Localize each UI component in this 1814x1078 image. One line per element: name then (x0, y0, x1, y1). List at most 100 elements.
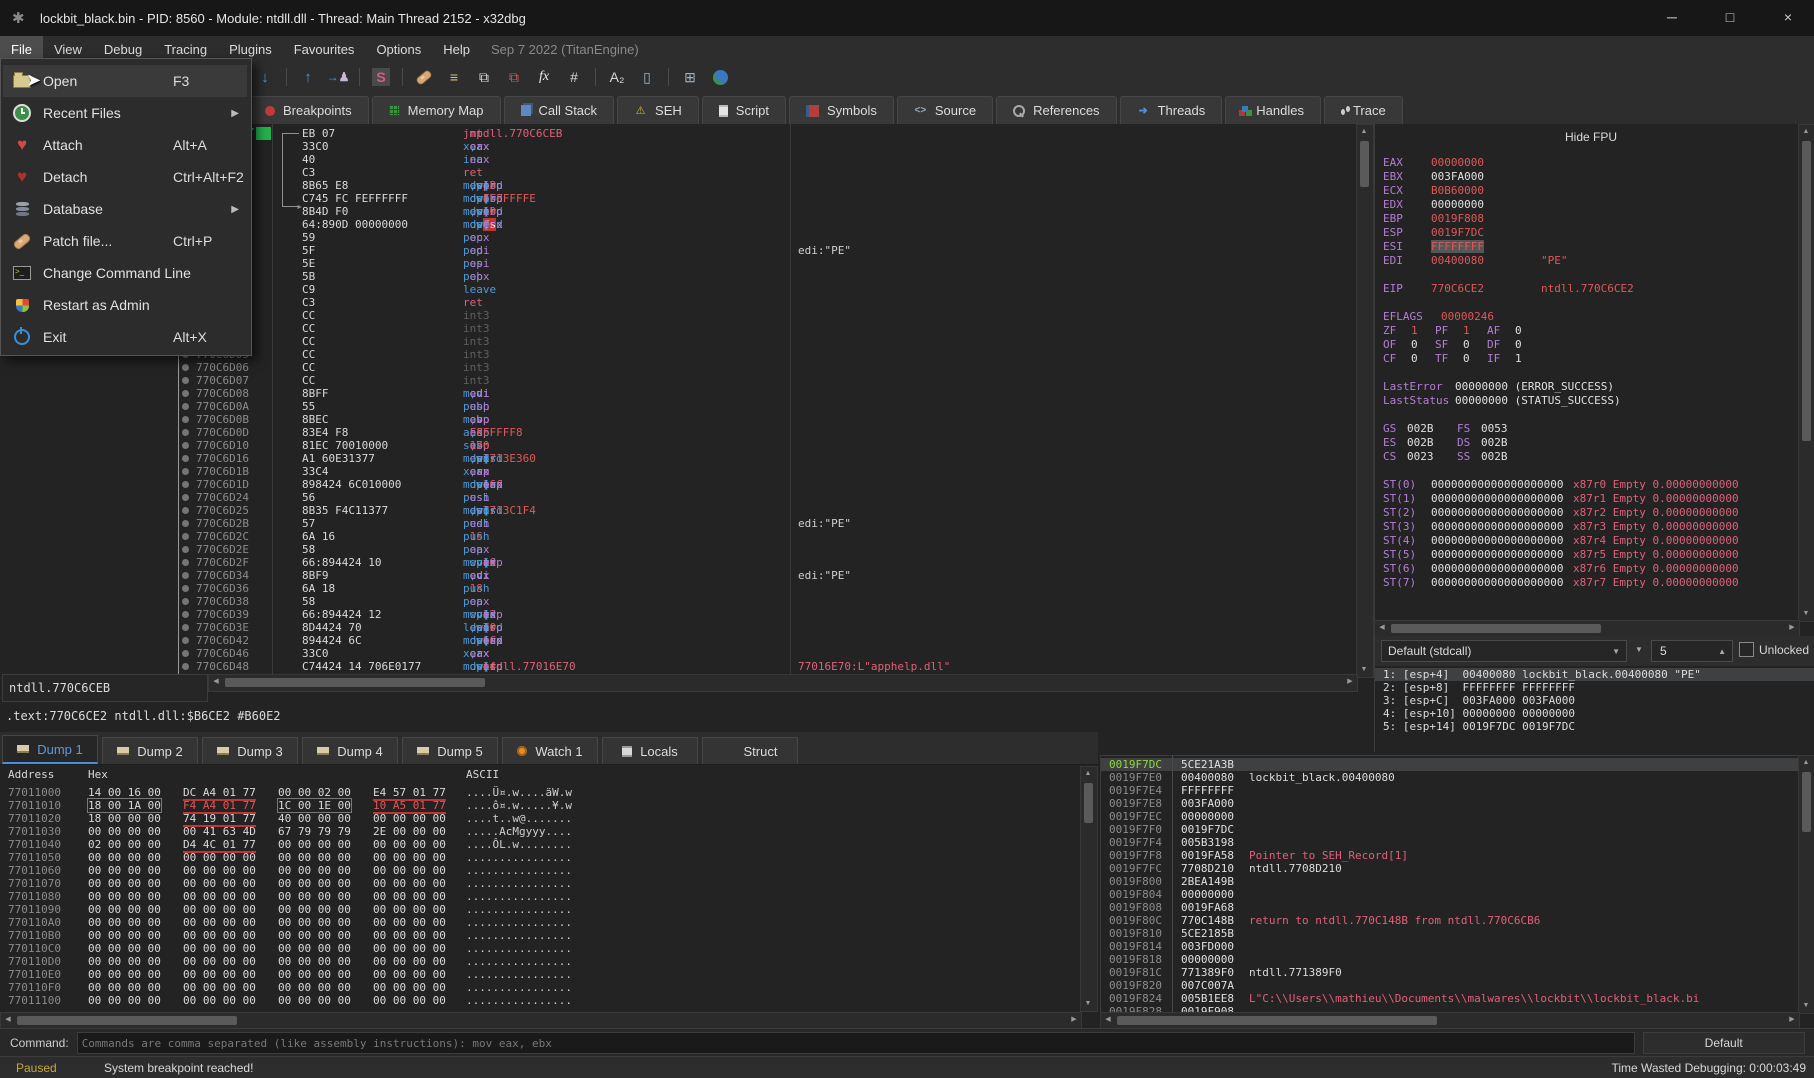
argument-row[interactable]: 1: [esp+4] 00400080 lockbit_black.004000… (1375, 668, 1814, 681)
tab-locals[interactable]: Locals (602, 737, 698, 764)
command-input[interactable] (77, 1032, 1635, 1054)
file-menu-item-exit[interactable]: ExitAlt+X (3, 321, 247, 353)
disasm-row[interactable]: 770C6D3966:894424 12mov word ptr ss:[esp… (0, 608, 1374, 621)
disasm-row[interactable]: 770C6D3858pop eax (0, 595, 1374, 608)
stack-row[interactable]: 0019F80C770C148Breturn to ntdll.770C148B… (1101, 914, 1799, 927)
stack-row[interactable]: 0019F8105CE2185B (1101, 927, 1799, 940)
register-st(2)[interactable]: ST(2)00000000000000000000x87r2 Empty 0.0… (1375, 506, 1814, 520)
tab-dump-4[interactable]: Dump 4 (302, 737, 398, 764)
register-edi[interactable]: EDI00400080"PE" (1375, 254, 1814, 268)
disasm-row[interactable]: 770C6D42894424 6Cmov dword ptr ss:[esp+6… (0, 634, 1374, 647)
argument-row[interactable]: 4: [esp+10] 00000000 00000000 (1375, 707, 1814, 720)
breakpoint-dot[interactable] (182, 507, 189, 514)
register-esp[interactable]: ESP0019F7DC (1375, 226, 1814, 240)
breakpoint-dot[interactable] (182, 637, 189, 644)
tab-seh[interactable]: ⚠SEH (617, 96, 699, 124)
tab-handles[interactable]: Handles (1225, 96, 1321, 124)
tab-symbols[interactable]: Symbols (789, 96, 894, 124)
dump-row[interactable]: 7701106000 00 00 0000 00 00 0000 00 00 0… (0, 864, 1098, 877)
tab-struct[interactable]: Struct (702, 737, 798, 764)
register-edx[interactable]: EDX00000000 (1375, 198, 1814, 212)
tab-memory-map[interactable]: Memory Map (372, 96, 501, 124)
tab-trace[interactable]: Trace (1324, 96, 1403, 124)
stack-row[interactable]: 0019F824005B1EE8L"C:\\Users\\mathieu\\Do… (1101, 992, 1799, 1005)
dump-row[interactable]: 7701101018 00 1A 00F4 A4 01 771C 00 1E 0… (0, 799, 1098, 812)
dump-row[interactable]: 7701100014 00 16 00DC A4 01 7700 00 02 0… (0, 786, 1098, 799)
breakpoint-dot[interactable] (182, 442, 189, 449)
last-status[interactable]: LastStatus00000000 (STATUS_SUCCESS) (1375, 394, 1814, 408)
segment-row[interactable]: GS002BFS0053 (1375, 422, 1814, 436)
breakpoint-dot[interactable] (182, 494, 189, 501)
breakpoint-dot[interactable] (182, 429, 189, 436)
file-menu-item-database[interactable]: Database▶ (3, 193, 247, 225)
argument-row[interactable]: 2: [esp+8] FFFFFFFF FFFFFFFF (1375, 681, 1814, 694)
tab-dump-5[interactable]: Dump 5 (402, 737, 498, 764)
stack-row[interactable]: 0019F81800000000 (1101, 953, 1799, 966)
breakpoint-dot[interactable] (182, 455, 189, 462)
hide-fpu-button[interactable]: Hide FPU (1565, 130, 1617, 144)
tab-watch-1[interactable]: Watch 1 (502, 737, 598, 764)
breakpoint-dot[interactable] (182, 468, 189, 475)
flags-row[interactable]: OF0SF0DF0 (1375, 338, 1814, 352)
command-language-dropdown[interactable]: Default (1643, 1032, 1805, 1054)
internet-globe-icon[interactable] (707, 66, 733, 88)
register-eax[interactable]: EAX00000000 (1375, 156, 1814, 170)
disasm-row[interactable]: 770C6D2F66:894424 10mov word ptr ss:[esp… (0, 556, 1374, 569)
dump-row[interactable]: 7701108000 00 00 0000 00 00 0000 00 00 0… (0, 890, 1098, 903)
register-ecx[interactable]: ECXB0B60000 (1375, 184, 1814, 198)
disasm-row[interactable]: 770C6D1081EC 70010000sub esp,170 (0, 439, 1374, 452)
disasm-row[interactable]: 770C6D48C74424 14 706E0177mov dword ptr … (0, 660, 1374, 673)
register-eflags[interactable]: EFLAGS00000246 (1375, 310, 1814, 324)
breakpoint-dot[interactable] (182, 611, 189, 618)
dump-vscrollbar[interactable]: ▲▼ (1080, 766, 1098, 1012)
register-st(1)[interactable]: ST(1)00000000000000000000x87r1 Empty 0.0… (1375, 492, 1814, 506)
calculator-icon[interactable]: ⊞ (677, 66, 703, 88)
breakpoint-dot[interactable] (182, 585, 189, 592)
tab-dump-2[interactable]: Dump 2 (102, 737, 198, 764)
dump-row[interactable]: 770110E000 00 00 0000 00 00 0000 00 00 0… (0, 968, 1098, 981)
disasm-row[interactable]: 770C6D16A1 60E31377mov eax,dword ptr ds:… (0, 452, 1374, 465)
tab-threads[interactable]: ➜Threads (1120, 96, 1223, 124)
arg-count-spinner[interactable]: 5 ▲ (1651, 640, 1733, 662)
unlocked-checkbox[interactable] (1739, 642, 1754, 657)
stack-row[interactable]: 0019F7EC00000000 (1101, 810, 1799, 823)
tab-dump-1[interactable]: Dump 1 (2, 735, 98, 764)
tab-references[interactable]: References (996, 96, 1116, 124)
register-ebx[interactable]: EBX003FA000 (1375, 170, 1814, 184)
disasm-row[interactable]: 770C6D4633C0xor eax,eax (0, 647, 1374, 660)
dump-row[interactable]: 7701107000 00 00 0000 00 00 0000 00 00 0… (0, 877, 1098, 890)
file-menu-item-restart-as-admin[interactable]: Restart as Admin (3, 289, 247, 321)
dump-row[interactable]: 7701109000 00 00 0000 00 00 0000 00 00 0… (0, 903, 1098, 916)
stack-row[interactable]: 0019F7DC5CE21A3B (1101, 758, 1799, 771)
tab-call-stack[interactable]: Call Stack (504, 96, 615, 124)
file-menu-item-change-command-line[interactable]: Change Command Line (3, 257, 247, 289)
labels-icon[interactable]: ⧉ (471, 66, 497, 88)
file-menu-item-attach[interactable]: ♥AttachAlt+A (3, 129, 247, 161)
disasm-row[interactable]: 770C6D088BFFmov edi,edi (0, 387, 1374, 400)
stack-row[interactable]: 0019F820007C007A (1101, 979, 1799, 992)
dump-row[interactable]: 7701102018 00 00 0074 19 01 7740 00 00 0… (0, 812, 1098, 825)
flags-row[interactable]: CF0TF0IF1 (1375, 352, 1814, 366)
stack-row[interactable]: 0019F814003FD000 (1101, 940, 1799, 953)
menubar-item-favourites[interactable]: Favourites (283, 36, 366, 62)
comments-icon[interactable]: ≡ (441, 66, 467, 88)
arrow-down-icon[interactable]: ↓ (252, 66, 278, 88)
tab-source[interactable]: <>Source (897, 96, 993, 124)
maximize-button[interactable]: □ (1704, 0, 1756, 34)
disasm-row[interactable]: 770C6D2B57push ediedi:"PE" (0, 517, 1374, 530)
breakpoint-dot[interactable] (182, 520, 189, 527)
stack-row[interactable]: 0019F7F4005B3198 (1101, 836, 1799, 849)
breakpoint-dot[interactable] (182, 364, 189, 371)
preferences-device-icon[interactable]: ▯ (634, 66, 660, 88)
segment-row[interactable]: CS0023SS002B (1375, 450, 1814, 464)
disasm-row[interactable]: 770C6D348BF9mov edi,ecxedi:"PE" (0, 569, 1374, 582)
stack-row[interactable]: 0019F7F00019F7DC (1101, 823, 1799, 836)
dump-row[interactable]: 770110F000 00 00 0000 00 00 0000 00 00 0… (0, 981, 1098, 994)
dump-row[interactable]: 770110B000 00 00 0000 00 00 0000 00 00 0… (0, 929, 1098, 942)
register-ebp[interactable]: EBP0019F808 (1375, 212, 1814, 226)
registers-vscrollbar[interactable]: ▲▼ (1798, 124, 1814, 622)
dump-row[interactable]: 7701105000 00 00 0000 00 00 0000 00 00 0… (0, 851, 1098, 864)
register-st(4)[interactable]: ST(4)00000000000000000000x87r4 Empty 0.0… (1375, 534, 1814, 548)
dump-row[interactable]: 770110D000 00 00 0000 00 00 0000 00 00 0… (0, 955, 1098, 968)
breakpoint-dot[interactable] (182, 377, 189, 384)
